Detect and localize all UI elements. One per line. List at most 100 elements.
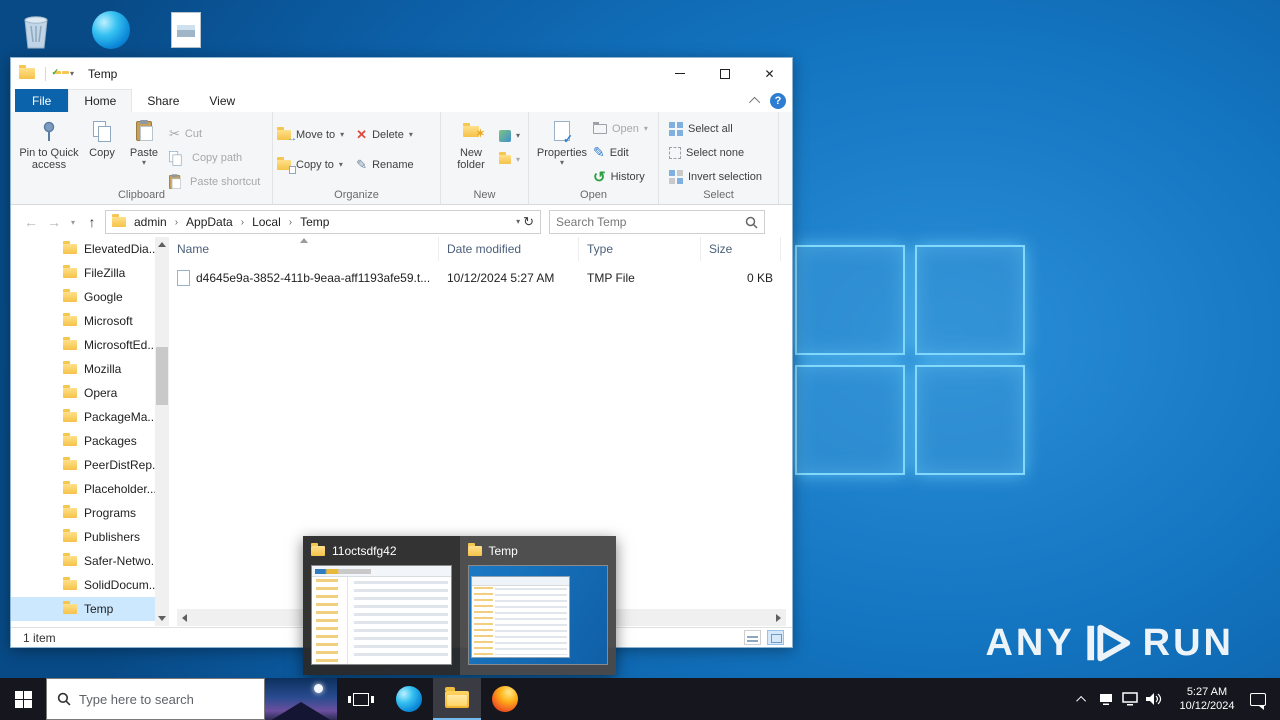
minimize-button[interactable] (657, 58, 702, 89)
breadcrumb-separator-icon (241, 217, 244, 228)
search-highlights-tile[interactable] (265, 678, 337, 720)
maximize-button[interactable] (702, 58, 747, 89)
tab-home[interactable]: Home (68, 89, 133, 112)
tree-item-temp-selected[interactable]: Temp (11, 597, 169, 621)
invert-selection-button[interactable]: Invert selection (665, 166, 766, 187)
large-icons-view-button[interactable] (767, 630, 784, 645)
forward-button[interactable] (44, 214, 64, 230)
tree-item-filezilla[interactable]: FileZilla (11, 261, 169, 285)
address-bar[interactable]: admin AppData Local Temp (105, 210, 541, 234)
tree-item-mozilla[interactable]: Mozilla (11, 357, 169, 381)
breadcrumb-appdata[interactable]: AppData (181, 215, 238, 229)
refresh-button[interactable] (523, 214, 534, 230)
explorer-search-input[interactable] (556, 215, 741, 229)
customize-toolbar-chevron-icon[interactable] (70, 70, 74, 78)
delete-button[interactable]: Delete (352, 124, 417, 145)
column-header-size[interactable]: Size (701, 237, 781, 261)
taskbar-search-box[interactable] (46, 678, 265, 720)
paste-button[interactable]: Paste (123, 115, 165, 192)
file-size: 0 KB (746, 271, 773, 285)
scroll-up-button[interactable] (155, 237, 169, 252)
file-name-cell[interactable]: d4645e9a-3852-411b-9eaa-aff1193afe59.t..… (169, 270, 439, 286)
tree-item-elevateddia[interactable]: ElevatedDia... (11, 237, 169, 261)
tab-view[interactable]: View (194, 89, 250, 112)
tree-item-peerdistrep[interactable]: PeerDistRep... (11, 453, 169, 477)
select-none-button[interactable]: Select none (665, 142, 766, 163)
task-view-button[interactable] (337, 678, 385, 720)
search-icon[interactable] (745, 216, 758, 229)
explorer-search-box[interactable] (549, 210, 765, 234)
tree-item-microsoft[interactable]: Microsoft (11, 309, 169, 333)
copy-to-icon (277, 156, 296, 174)
properties-button[interactable]: Properties (535, 115, 589, 187)
select-all-button[interactable]: Select all (665, 118, 766, 139)
edge-desktop-icon[interactable] (88, 6, 134, 54)
recycle-bin-icon[interactable] (13, 6, 59, 54)
column-header-date-modified[interactable]: Date modified (439, 237, 579, 261)
address-history-chevron-icon[interactable] (516, 218, 520, 226)
scroll-right-button[interactable] (776, 613, 781, 622)
preview-thumbnail[interactable] (467, 565, 608, 665)
up-button[interactable] (82, 214, 102, 230)
help-icon[interactable] (770, 92, 786, 109)
tree-item-safer-netwo[interactable]: Safer-Netwo... (11, 549, 169, 573)
taskbar-edge-button[interactable] (385, 678, 433, 720)
edit-button[interactable]: Edit (589, 142, 652, 163)
column-header-type[interactable]: Type (579, 237, 701, 261)
tree-item-label: Placeholder... (84, 482, 157, 496)
start-button[interactable] (0, 678, 46, 720)
tray-network-button[interactable] (1118, 678, 1142, 720)
move-to-button[interactable]: → Move to (273, 124, 348, 145)
tree-item-packagema[interactable]: PackageMa... (11, 405, 169, 429)
taskbar-file-explorer-button[interactable] (433, 678, 481, 720)
tab-file[interactable]: File (15, 89, 69, 112)
cut-button[interactable]: Cut (165, 123, 264, 144)
tree-item-soliddocum[interactable]: SolidDocum... (11, 573, 169, 597)
show-hidden-icons-button[interactable] (1070, 678, 1094, 720)
history-button[interactable]: History (589, 166, 652, 187)
taskbar-search-input[interactable] (79, 691, 254, 707)
scroll-down-button[interactable] (155, 611, 169, 626)
open-button[interactable]: Open (589, 118, 652, 139)
recent-locations-chevron-icon[interactable] (67, 218, 79, 227)
document-desktop-icon[interactable] (163, 6, 209, 54)
close-button[interactable] (747, 58, 792, 89)
file-row[interactable]: d4645e9a-3852-411b-9eaa-aff1193afe59.t..… (169, 265, 781, 291)
tree-item-programs[interactable]: Programs (11, 501, 169, 525)
copy-icon (93, 121, 111, 142)
scroll-left-button[interactable] (182, 613, 187, 622)
breadcrumb-admin[interactable]: admin (129, 215, 172, 229)
minimize-ribbon-icon[interactable] (748, 96, 761, 108)
tree-item-publishers[interactable]: Publishers (11, 525, 169, 549)
tree-scrollbar[interactable] (155, 237, 169, 626)
copy-to-button[interactable]: Copy to (273, 154, 348, 175)
rename-button[interactable]: Rename (352, 154, 417, 175)
tree-item-placeholder[interactable]: Placeholder... (11, 477, 169, 501)
new-folder-button[interactable]: New folder (447, 115, 495, 171)
scrollbar-thumb[interactable] (156, 347, 168, 405)
tree-item-microsofted[interactable]: MicrosoftEd... (11, 333, 169, 357)
copy-path-button[interactable]: Copy path (165, 147, 264, 168)
breadcrumb-local[interactable]: Local (247, 215, 286, 229)
details-view-button[interactable] (744, 630, 761, 645)
preview-thumbnail[interactable] (311, 565, 452, 665)
taskbar-firefox-button[interactable] (481, 678, 529, 720)
preview-window-11octsdfg42[interactable]: 11octsdfg42 (303, 536, 460, 675)
easy-access-button[interactable] (495, 149, 524, 170)
copy-button[interactable]: Copy (81, 115, 123, 192)
sort-ascending-icon (299, 238, 308, 243)
tab-share[interactable]: Share (132, 89, 194, 112)
pin-to-quick-access-button[interactable]: Pin to Quick access (17, 115, 81, 192)
new-item-button[interactable] (495, 125, 524, 146)
tray-pc-button[interactable] (1094, 678, 1118, 720)
action-center-button[interactable] (1244, 678, 1272, 720)
tray-volume-button[interactable] (1142, 678, 1166, 720)
taskbar-clock[interactable]: 5:27 AM 10/12/2024 (1172, 678, 1242, 720)
tree-item-opera[interactable]: Opera (11, 381, 169, 405)
column-header-name[interactable]: Name (169, 237, 439, 261)
back-button[interactable] (21, 214, 41, 230)
tree-item-google[interactable]: Google (11, 285, 169, 309)
tree-item-packages[interactable]: Packages (11, 429, 169, 453)
breadcrumb-temp[interactable]: Temp (295, 215, 334, 229)
preview-window-temp[interactable]: Temp (459, 536, 616, 675)
